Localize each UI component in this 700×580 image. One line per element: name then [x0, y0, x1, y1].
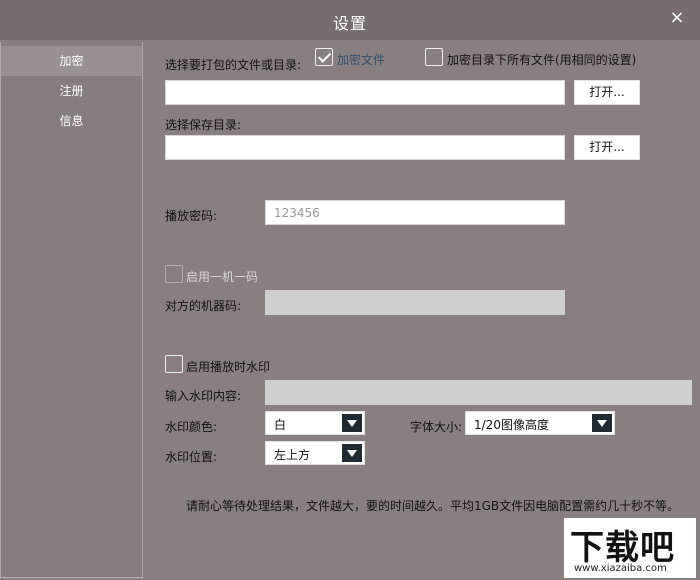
sidebar: 加密 注册 信息: [0, 42, 143, 578]
chevron-down-icon: [342, 444, 362, 462]
encrypt-all-checkbox[interactable]: [425, 48, 443, 66]
watermark-color-value: 白: [274, 418, 287, 432]
watermark-color-label: 水印颜色:: [165, 420, 218, 434]
watermark-content-label: 输入水印内容:: [165, 389, 242, 403]
font-size-select[interactable]: 1/20图像高度: [465, 411, 615, 435]
title-bar: 设置 ×: [0, 0, 700, 40]
open-source-button[interactable]: 打开...: [574, 80, 640, 105]
font-size-label: 字体大小:: [410, 420, 463, 434]
sidebar-item-info[interactable]: 信息: [1, 106, 142, 136]
processing-note: 请耐心等待处理结果，文件越大，要的时间越久。平均1GB文件因电脑配置需约几十秒不…: [186, 499, 680, 513]
watermark-color-select[interactable]: 白: [265, 411, 365, 435]
chevron-down-icon: [342, 414, 362, 432]
encrypt-file-label[interactable]: 加密文件: [337, 51, 385, 68]
source-path-input[interactable]: [165, 80, 565, 105]
password-label: 播放密码:: [165, 209, 218, 223]
save-dir-label: 选择保存目录:: [165, 118, 242, 132]
machine-code-input[interactable]: [265, 290, 565, 315]
watermark-logo-url: www.xiazaiba.com: [574, 563, 667, 574]
watermark-enable-label[interactable]: 启用播放时水印: [186, 358, 270, 375]
watermark-position-label: 水印位置:: [165, 450, 218, 464]
one-machine-label: 启用一机一码: [186, 270, 259, 284]
password-input[interactable]: 123456: [265, 200, 565, 225]
save-path-input[interactable]: [165, 135, 565, 160]
close-icon[interactable]: ×: [668, 9, 686, 27]
watermark-position-select[interactable]: 左上方: [265, 441, 365, 465]
encrypt-file-checkbox[interactable]: [315, 48, 333, 66]
watermark-logo-text: 下载吧: [570, 528, 675, 568]
open-save-button[interactable]: 打开...: [574, 135, 640, 160]
encrypt-all-label[interactable]: 加密目录下所有文件(用相同的设置): [447, 51, 636, 68]
machine-code-label: 对方的机器码:: [165, 299, 242, 313]
watermark-checkbox[interactable]: [165, 355, 183, 373]
chevron-down-icon: [592, 414, 612, 432]
watermark-content-input[interactable]: [265, 380, 692, 405]
site-watermark-logo: 下载吧 www.xiazaiba.com: [564, 518, 696, 578]
sidebar-item-register[interactable]: 注册: [1, 76, 142, 106]
watermark-position-value: 左上方: [274, 448, 311, 462]
select-source-label: 选择要打包的文件或目录:: [165, 58, 302, 72]
sidebar-item-encrypt[interactable]: 加密: [1, 46, 142, 76]
font-size-value: 1/20图像高度: [474, 418, 549, 432]
one-machine-checkbox[interactable]: [165, 265, 183, 283]
window-title: 设置: [332, 14, 367, 33]
